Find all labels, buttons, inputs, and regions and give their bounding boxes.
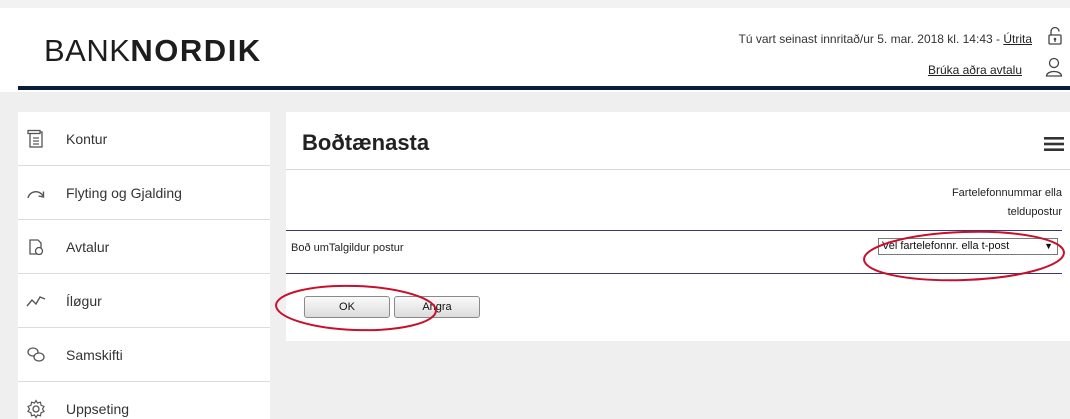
header-divider xyxy=(18,86,1070,90)
sidebar-item-avtalur[interactable]: Avtalur xyxy=(18,220,270,274)
column-header-line-1: Fartelefonnummar ella xyxy=(951,187,1062,199)
cancel-button[interactable]: Angra xyxy=(394,296,480,318)
sidebar-item-flyting-og-gjalding[interactable]: Flyting og Gjalding xyxy=(18,166,270,220)
agreement-icon xyxy=(29,239,44,256)
sidebar-item-label: Avtalur xyxy=(66,239,110,255)
hamburger-menu-icon[interactable] xyxy=(1044,136,1064,152)
ok-button[interactable]: OK xyxy=(304,296,390,318)
lock-icon[interactable] xyxy=(1047,26,1063,46)
sidebar-item-ilogur[interactable]: Íløgur xyxy=(18,274,270,328)
sidebar-item-label: Samskifti xyxy=(66,347,123,363)
select-value: Vel fartelefonnr. ella t-post xyxy=(882,240,1010,252)
header: BANKNORDIK Tú vart seinast innritað/ur 5… xyxy=(0,0,1070,92)
transfer-arrow-icon xyxy=(27,191,45,199)
table-divider-bottom xyxy=(286,273,1062,274)
phone-or-email-select[interactable]: Vel fartelefonnr. ella t-post ▼ xyxy=(878,238,1058,255)
logout-link[interactable]: Útrita xyxy=(1003,32,1032,46)
column-header-phone-or-email: Fartelefonnummar ella teldupostur xyxy=(862,184,1062,222)
top-strip xyxy=(0,0,1070,8)
notification-row-label: Boð umTalgildur postur xyxy=(291,242,404,254)
notification-service-panel: Boðtænasta Fartelefonnummar ella teldupo… xyxy=(286,112,1070,341)
table-divider-top xyxy=(286,230,1062,231)
chat-icon xyxy=(27,347,45,362)
page-title: Boðtænasta xyxy=(302,130,430,155)
panel-divider xyxy=(286,169,1070,170)
sidebar-item-label: Uppseting xyxy=(66,401,130,417)
last-login-text: Tú vart seinast innritað/ur 5. mar. 2018… xyxy=(738,32,1004,46)
sidebar-item-label: Kontur xyxy=(66,131,108,147)
investment-chart-icon xyxy=(26,296,46,307)
account-icon xyxy=(27,129,43,148)
sidebar: Kontur Flyting og Gjalding Avtalur Íløgu… xyxy=(18,112,270,419)
user-icon[interactable] xyxy=(1045,57,1063,77)
column-header-line-2: teldupostur xyxy=(1007,206,1062,218)
sidebar-item-kontur[interactable]: Kontur xyxy=(18,112,270,166)
sidebar-item-label: Flyting og Gjalding xyxy=(66,185,182,201)
last-login-info: Tú vart seinast innritað/ur 5. mar. 2018… xyxy=(739,32,1032,46)
sidebar-item-label: Íløgur xyxy=(66,293,102,309)
settings-icon xyxy=(27,399,45,419)
sidebar-item-uppseting[interactable]: Uppseting xyxy=(18,382,270,419)
use-other-agreement-link[interactable]: Brúka aðra avtalu xyxy=(928,63,1022,77)
logo-text-light: BANK xyxy=(44,33,131,68)
bank-logo[interactable]: BANKNORDIK xyxy=(44,33,262,69)
sidebar-item-samskifti[interactable]: Samskifti xyxy=(18,328,270,382)
dropdown-arrow-icon: ▼ xyxy=(1044,241,1053,251)
logo-text-bold: NORDIK xyxy=(130,33,262,68)
